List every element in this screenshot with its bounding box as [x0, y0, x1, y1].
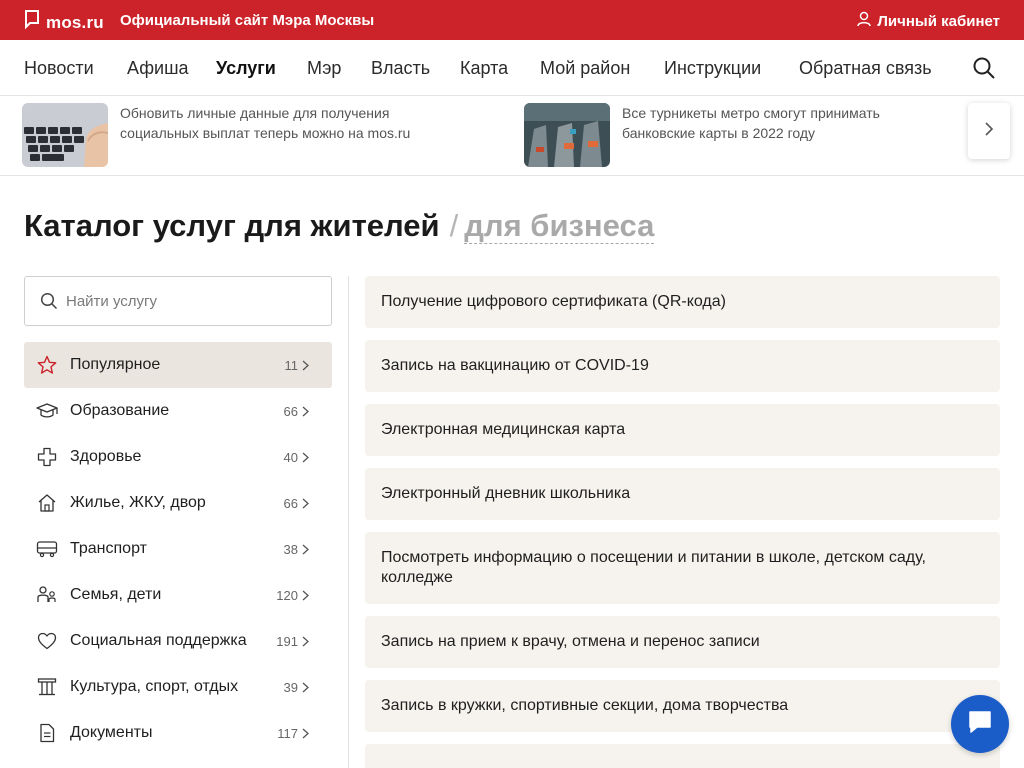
category-housing[interactable]: Жилье, ЖКУ, двор 66	[24, 480, 332, 526]
search-icon	[40, 292, 58, 310]
category-transport[interactable]: Транспорт 38	[24, 526, 332, 572]
heart-icon	[24, 618, 70, 664]
service-item-partial[interactable]	[365, 744, 1000, 768]
category-label: Социальная поддержка	[70, 632, 247, 649]
user-icon	[857, 11, 872, 31]
chevron-right-icon	[984, 121, 994, 142]
category-label: Культура, спорт, отдых	[70, 678, 239, 695]
service-item[interactable]: Запись на прием к врачу, отмена и перено…	[365, 616, 1000, 668]
category-family[interactable]: Семья, дети 120	[24, 572, 332, 618]
museum-icon	[24, 664, 70, 710]
logo-text: mos.ru	[46, 12, 104, 32]
category-count: 66	[283, 495, 298, 511]
category-count: 40	[283, 449, 298, 465]
business-catalog-link[interactable]: для бизнеса	[464, 208, 655, 244]
news-image-keyboard[interactable]	[22, 103, 108, 167]
nav-item-my-district[interactable]: Мой район	[540, 58, 630, 79]
category-count: 38	[283, 541, 298, 557]
column-divider	[348, 276, 349, 768]
news-strip: Обновить личные данные для получения соц…	[0, 96, 1024, 176]
nav-item-map[interactable]: Карта	[460, 58, 508, 79]
category-label: Документы	[70, 724, 153, 741]
page-title: Каталог услуг для жителей / для бизнеса	[24, 208, 655, 244]
chevron-right-icon	[302, 360, 316, 371]
site-logo[interactable]: mos.ru	[24, 10, 104, 35]
nav-item-news[interactable]: Новости	[24, 58, 94, 79]
chevron-right-icon	[302, 728, 316, 739]
service-item[interactable]: Электронный дневник школьника	[365, 468, 1000, 520]
category-count: 66	[283, 403, 298, 419]
nav-item-instructions[interactable]: Инструкции	[664, 58, 761, 79]
chat-button[interactable]	[951, 695, 1009, 753]
family-icon	[24, 572, 70, 618]
main-nav: Новости Афиша Услуги Мэр Власть Карта Мо…	[0, 40, 1024, 96]
category-label: Семья, дети	[70, 586, 162, 603]
search-input[interactable]	[66, 292, 316, 310]
nav-item-services[interactable]: Услуги	[216, 58, 276, 79]
house-icon	[24, 480, 70, 526]
nav-item-government[interactable]: Власть	[371, 58, 430, 79]
category-culture[interactable]: Культура, спорт, отдых 39	[24, 664, 332, 710]
chevron-right-icon	[302, 452, 316, 463]
category-count: 191	[276, 633, 298, 649]
category-count: 117	[277, 725, 298, 741]
category-label: Жилье, ЖКУ, двор	[70, 494, 206, 511]
chevron-right-icon	[302, 636, 316, 647]
chevron-right-icon	[302, 406, 316, 417]
site-subtitle: Официальный сайт Мэра Москвы	[120, 12, 375, 29]
news-item-text[interactable]: Все турникеты метро смогут принимать бан…	[622, 103, 952, 143]
page-title-main: Каталог услуг для жителей	[24, 208, 440, 243]
service-search[interactable]	[24, 276, 332, 326]
news-image-metro[interactable]	[524, 103, 610, 167]
category-health[interactable]: Здоровье 40	[24, 434, 332, 480]
service-item[interactable]: Получение цифрового сертификата (QR-кода…	[365, 276, 1000, 328]
chevron-right-icon	[302, 544, 316, 555]
service-item[interactable]: Электронная медицинская карта	[365, 404, 1000, 456]
personal-cabinet-link[interactable]: Личный кабинет	[857, 11, 1000, 31]
category-label: Образование	[70, 402, 170, 419]
service-item[interactable]: Запись на вакцинацию от COVID-19	[365, 340, 1000, 392]
category-social-support[interactable]: Социальная поддержка 191	[24, 618, 332, 664]
category-label: Здоровье	[70, 448, 142, 465]
logo-flag-icon	[24, 10, 40, 35]
bus-icon	[24, 526, 70, 572]
chevron-right-icon	[302, 682, 316, 693]
category-education[interactable]: Образование 66	[24, 388, 332, 434]
title-separator: /	[449, 208, 459, 243]
document-icon	[24, 710, 70, 756]
medical-cross-icon	[24, 434, 70, 480]
nav-item-mayor[interactable]: Мэр	[307, 58, 341, 79]
category-label: Транспорт	[70, 540, 147, 557]
chevron-right-icon	[302, 498, 316, 509]
news-item-text[interactable]: Обновить личные данные для получения соц…	[120, 103, 450, 143]
chat-bubble-icon	[966, 708, 994, 741]
category-count: 120	[276, 587, 298, 603]
personal-cabinet-label: Личный кабинет	[877, 12, 1000, 30]
category-count: 11	[284, 357, 299, 373]
nav-item-feedback[interactable]: Обратная связь	[799, 58, 932, 79]
category-documents[interactable]: Документы 117	[24, 710, 332, 756]
news-next-button[interactable]	[968, 103, 1010, 159]
nav-item-afisha[interactable]: Афиша	[127, 58, 189, 79]
top-bar: mos.ru Официальный сайт Мэра Москвы Личн…	[0, 0, 1024, 40]
category-popular[interactable]: Популярное 11	[24, 342, 332, 388]
star-icon	[24, 342, 70, 388]
category-count: 39	[283, 679, 298, 695]
graduation-cap-icon	[24, 388, 70, 434]
service-item[interactable]: Запись в кружки, спортивные секции, дома…	[365, 680, 1000, 732]
search-icon[interactable]	[972, 56, 996, 85]
category-label: Популярное	[70, 356, 161, 373]
chevron-right-icon	[302, 590, 316, 601]
service-item[interactable]: Посмотреть информацию о посещении и пита…	[365, 532, 1000, 604]
